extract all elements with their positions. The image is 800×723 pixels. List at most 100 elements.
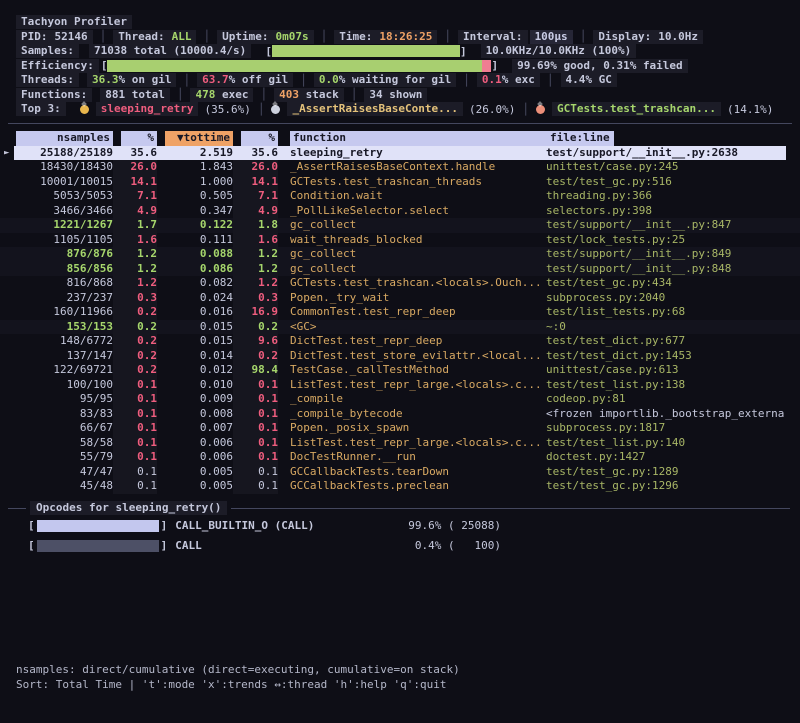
separator: │ xyxy=(573,30,594,43)
cell-fileline: test/test_gc.py:516 xyxy=(546,175,800,190)
cell-fileline: subprocess.py:1817 xyxy=(546,421,800,436)
column-header-function[interactable]: function xyxy=(290,131,546,146)
pid-field: PID:52146 xyxy=(16,30,93,44)
cell-tottime: 0.014 xyxy=(157,349,233,364)
separator: │ xyxy=(251,103,272,116)
cell-pct-direct: 0.2 xyxy=(113,305,157,320)
table-row[interactable]: 148/67720.20.0159.6DictTest.test_repr_de… xyxy=(0,334,800,349)
samples-rate-bar xyxy=(272,45,460,57)
table-row[interactable]: 5053/50537.10.5057.1Condition.waitthread… xyxy=(0,189,800,204)
cell-fileline: subprocess.py:2040 xyxy=(546,291,800,306)
cell-tottime: 0.015 xyxy=(157,320,233,335)
separator: │ xyxy=(293,74,314,87)
cell-pct-cumulative: 7.1 xyxy=(233,189,278,204)
table-row[interactable]: 1221/12671.70.1221.8gc_collecttest/suppo… xyxy=(0,218,800,233)
column-header-tottime-sorted[interactable]: ▼tottime xyxy=(165,131,233,146)
table-row[interactable]: 83/830.10.0080.1_compile_bytecode<frozen… xyxy=(0,407,800,422)
functions-row: Functions: 881 total│478 exec│403 stack│… xyxy=(0,88,800,103)
cell-pct-direct: 0.3 xyxy=(113,291,157,306)
cell-pct-cumulative: 0.1 xyxy=(233,378,278,393)
cell-function: GCCallbackTests.preclean xyxy=(278,479,546,494)
column-header-nsamples[interactable]: nsamples xyxy=(16,131,113,146)
cell-pct-direct: 35.6 xyxy=(113,146,157,161)
table-row[interactable]: 137/1470.20.0140.2DictTest.test_store_ev… xyxy=(0,349,800,364)
cell-tottime: 0.008 xyxy=(157,407,233,422)
table-row[interactable]: 1105/11051.60.1111.6wait_threads_blocked… xyxy=(0,233,800,248)
table-row[interactable]: 160/119660.20.01616.9CommonTest.test_rep… xyxy=(0,305,800,320)
functions-segments: 881 total│478 exec│403 stack│34 shown xyxy=(100,88,427,102)
cell-fileline: test/test_gc.py:434 xyxy=(546,276,800,291)
cell-tottime: 0.505 xyxy=(157,189,233,204)
opcode-stats: 99.6% ( 25088) xyxy=(408,519,501,532)
cell-pct-direct: 1.7 xyxy=(113,218,157,233)
cell-pct-direct: 0.1 xyxy=(113,436,157,451)
cell-nsamples: 58/58 xyxy=(16,436,113,451)
table-row[interactable]: 100/1000.10.0100.1ListTest.test_repr_lar… xyxy=(0,378,800,393)
samples-total: 71038 total (10000.4/s) xyxy=(89,44,251,58)
cell-tottime: 0.082 xyxy=(157,276,233,291)
table-row[interactable]: 55/790.10.0060.1DocTestRunner.__rundocte… xyxy=(0,450,800,465)
top-function-name: sleeping_retry xyxy=(96,102,199,116)
interval-field: Interval: xyxy=(458,30,528,44)
table-row[interactable]: 153/1530.20.0150.2<GC>~:0 xyxy=(0,320,800,335)
opcodes-list: []CALL_BUILTIN_O (CALL)99.6% ( 25088)[]C… xyxy=(0,516,800,556)
separator: │ xyxy=(93,30,114,43)
thread-value: ALL xyxy=(172,30,192,43)
cell-nsamples: 160/11966 xyxy=(16,305,113,320)
cell-pct-cumulative: 0.1 xyxy=(233,407,278,422)
cell-pct-direct: 0.2 xyxy=(113,349,157,364)
table-row[interactable]: 47/470.10.0050.1GCCallbackTests.tearDown… xyxy=(0,465,800,480)
cell-function: DocTestRunner.__run xyxy=(278,450,546,465)
separator: │ xyxy=(170,88,191,101)
table-row[interactable]: 18430/1843026.01.84326.0_AssertRaisesBas… xyxy=(0,160,800,175)
cell-fileline: test/test_dict.py:1453 xyxy=(546,349,800,364)
uptime-value: 0m07s xyxy=(275,30,308,43)
cell-function: <GC> xyxy=(278,320,546,335)
table-row[interactable]: 58/580.10.0060.1ListTest.test_repr_large… xyxy=(0,436,800,451)
cell-nsamples: 25188/25189 xyxy=(16,146,113,161)
table-row[interactable]: 856/8561.20.0861.2gc_collecttest/support… xyxy=(0,262,800,277)
cell-function: GCTests.test_trashcan.<locals>.Ouch... xyxy=(278,276,546,291)
table-row[interactable]: 816/8681.20.0821.2GCTests.test_trashcan.… xyxy=(0,276,800,291)
cell-pct-cumulative: 26.0 xyxy=(233,160,278,175)
top-function-pct: (14.1%) xyxy=(727,103,773,116)
table-row[interactable]: 237/2370.30.0240.3Popen._try_waitsubproc… xyxy=(0,291,800,306)
opcodes-title: Opcodes for sleeping_retry() xyxy=(30,501,227,515)
bronze-medal-icon xyxy=(536,105,545,114)
table-row[interactable]: 122/697210.20.01298.4TestCase._callTestM… xyxy=(0,363,800,378)
cell-tottime: 0.111 xyxy=(157,233,233,248)
table-row[interactable]: 66/670.10.0070.1Popen._posix_spawnsubpro… xyxy=(0,421,800,436)
cell-nsamples: 55/79 xyxy=(16,450,113,465)
cell-pct-direct: 0.1 xyxy=(113,450,157,465)
cell-pct-cumulative: 1.2 xyxy=(233,262,278,277)
interval-value: 100µs xyxy=(530,30,573,44)
thread-stat-segment: 4.4% GC xyxy=(561,73,617,87)
cell-fileline: codeop.py:81 xyxy=(546,392,800,407)
separator: │ xyxy=(196,30,217,43)
cell-function: gc_collect xyxy=(278,218,546,233)
cell-fileline: threading.py:366 xyxy=(546,189,800,204)
cell-tottime: 0.347 xyxy=(157,204,233,219)
opcode-stats: 0.4% ( 100) xyxy=(408,539,501,552)
table-row-selected[interactable]: 25188/2518935.62.51935.6sleeping_retryte… xyxy=(0,146,800,161)
samples-bar-fill xyxy=(272,45,460,57)
uptime-field: Uptime:0m07s xyxy=(217,30,313,44)
cell-fileline: unittest/case.py:613 xyxy=(546,363,800,378)
table-row[interactable]: 876/8761.20.0881.2gc_collecttest/support… xyxy=(0,247,800,262)
table-row[interactable]: 95/950.10.0090.1_compilecodeop.py:81 xyxy=(0,392,800,407)
bar-close-bracket: ] xyxy=(460,45,467,58)
cell-nsamples: 45/48 xyxy=(16,479,113,494)
header-separator xyxy=(0,117,800,132)
column-header-fileline[interactable]: file:line xyxy=(546,131,614,146)
cell-fileline: test/test_gc.py:1296 xyxy=(546,479,800,494)
table-row[interactable]: 10001/1001514.11.00014.1GCTests.test_tra… xyxy=(0,175,800,190)
column-header-pct-direct[interactable]: % xyxy=(121,131,157,146)
table-row[interactable]: 3466/34664.90.3474.9_PollLikeSelector.se… xyxy=(0,204,800,219)
cell-nsamples: 1105/1105 xyxy=(16,233,113,248)
column-header-pct-cumulative[interactable]: % xyxy=(241,131,278,146)
cell-function: Popen._posix_spawn xyxy=(278,421,546,436)
cell-function: Popen._try_wait xyxy=(278,291,546,306)
cell-function: Condition.wait xyxy=(278,189,546,204)
cell-function: _AssertRaisesBaseContext.handle xyxy=(278,160,546,175)
table-row[interactable]: 45/480.10.0050.1GCCallbackTests.preclean… xyxy=(0,479,800,494)
